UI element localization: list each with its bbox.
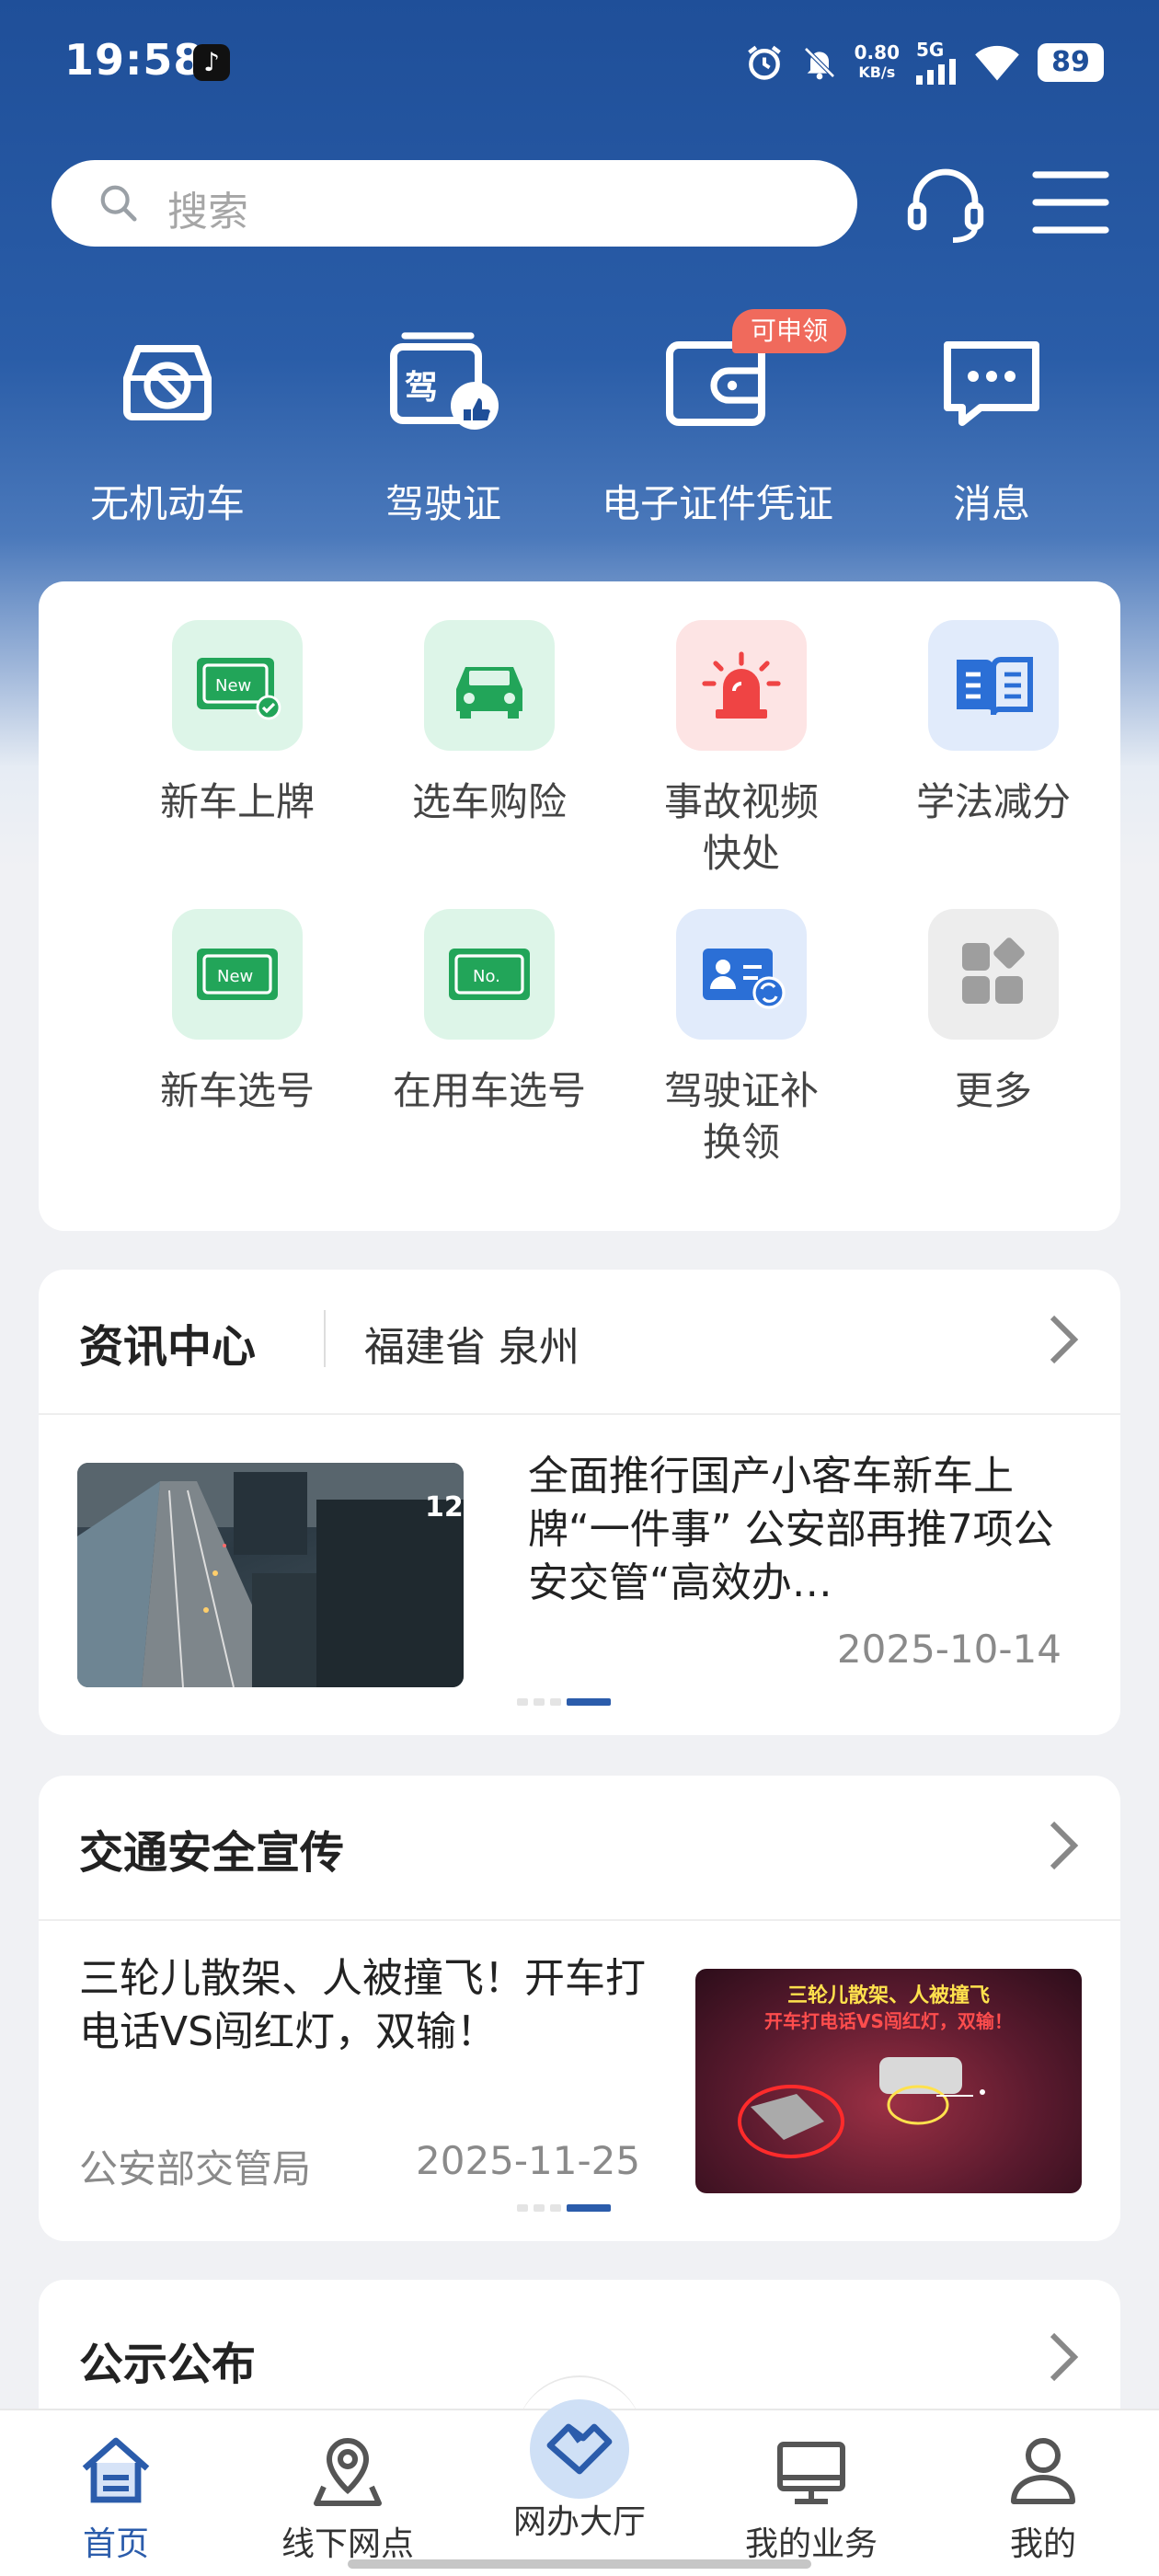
news-center-title: 资讯中心 xyxy=(79,1321,257,1373)
id-card-exchange-icon xyxy=(703,949,786,1009)
service-accident-video[interactable]: 事故视频快处 xyxy=(622,620,861,880)
search-input[interactable]: 搜索 xyxy=(52,160,857,247)
svg-text:三轮儿散架、人被撞飞: 三轮儿散架、人被撞飞 xyxy=(787,1984,990,2007)
home-indicator[interactable] xyxy=(348,2559,811,2569)
safety-article-source: 公安部交管局 xyxy=(79,2146,312,2191)
mute-bell-icon xyxy=(803,47,835,80)
divider xyxy=(39,1919,1120,1921)
new-number-icon: New xyxy=(197,949,278,1000)
person-icon xyxy=(1011,2438,1075,2504)
net-speed: 0.80 KB/s xyxy=(854,41,900,81)
home-icon xyxy=(82,2437,150,2503)
service-license-exchange[interactable]: 驾驶证补换领 xyxy=(622,909,861,1168)
alarm-clock-icon xyxy=(747,45,781,80)
search-icon xyxy=(100,185,137,222)
service-more[interactable]: 更多 xyxy=(874,909,1113,1117)
news-center-card: 资讯中心 福建省 泉州 12 全面推行国产小客车新车上牌“一件事” 公安部再推7… xyxy=(39,1270,1120,1735)
claimable-badge: 可申领 xyxy=(732,309,847,353)
handshake-icon xyxy=(546,2423,613,2475)
service-study-law[interactable]: 学法减分 xyxy=(874,620,1113,828)
highway-city-image: 12 xyxy=(77,1463,464,1687)
chevron-right-icon[interactable] xyxy=(1047,2329,1080,2385)
tab-home[interactable]: 首页 xyxy=(24,2429,208,2565)
carousel-indicator xyxy=(517,2204,611,2212)
traffic-safety-title: 交通安全宣传 xyxy=(79,1827,345,1879)
svg-text:No.: No. xyxy=(473,967,500,986)
chevron-right-icon[interactable] xyxy=(1047,1312,1080,1367)
book-icon xyxy=(957,657,1033,716)
action-no-vehicle[interactable]: 无机动车 xyxy=(29,322,305,529)
safety-article-date: 2025-11-25 xyxy=(416,2138,641,2183)
wifi-icon xyxy=(975,45,1019,81)
carousel-indicator xyxy=(517,1698,611,1706)
location-pin-icon xyxy=(314,2438,382,2506)
services-card: New 新车上牌 选车购险 事故视频快处 学法减分 New 新车选号 No. 在… xyxy=(39,581,1120,1231)
monitor-icon xyxy=(777,2442,845,2504)
svg-text:12: 12 xyxy=(425,1491,464,1524)
svg-text:New: New xyxy=(217,967,253,986)
announcement-title: 公示公布 xyxy=(79,2339,257,2390)
tiktok-notification-icon: ♪ xyxy=(193,44,230,81)
no-vehicle-icon xyxy=(123,345,212,420)
tab-mine[interactable]: 我的 xyxy=(951,2429,1135,2565)
number-plate-icon: No. xyxy=(449,949,530,1000)
service-in-use-car-number[interactable]: No. 在用车选号 xyxy=(370,909,609,1117)
service-car-insurance[interactable]: 选车购险 xyxy=(370,620,609,828)
title-separator xyxy=(324,1310,326,1367)
svg-text:New: New xyxy=(215,676,251,696)
signal-icon xyxy=(916,59,956,85)
action-driving-license[interactable]: 驾 驾驶证 xyxy=(305,322,581,529)
customer-service-headset-icon[interactable] xyxy=(901,164,990,247)
status-time: 19:58 xyxy=(64,35,204,85)
online-hall-button[interactable] xyxy=(530,2399,629,2499)
safety-video-thumbnail[interactable]: 三轮儿散架、人被撞飞 开车打电话VS闯红灯，双输！ xyxy=(695,1969,1082,2193)
action-messages[interactable]: 消息 xyxy=(854,322,1130,529)
new-plate-icon: New xyxy=(197,658,281,720)
news-location[interactable]: 福建省 泉州 xyxy=(364,1314,580,1373)
tab-my-business[interactable]: 我的业务 xyxy=(719,2429,903,2565)
service-new-car-plate[interactable]: New 新车上牌 xyxy=(118,620,357,828)
svg-text:驾: 驾 xyxy=(405,369,438,407)
news-thumbnail[interactable]: 12 xyxy=(77,1463,464,1687)
traffic-safety-card: 交通安全宣传 三轮儿散架、人被撞飞！开车打电话VS闯红灯，双输！ 公安部交管局 … xyxy=(39,1776,1120,2241)
driving-license-icon: 驾 xyxy=(390,332,499,430)
accident-scene-image: 三轮儿散架、人被撞飞 开车打电话VS闯红灯，双输！ xyxy=(738,1984,1013,2158)
top-quick-actions: 无机动车 驾 驾驶证 电子证件凭证 消息 xyxy=(0,322,1159,526)
news-article-title[interactable]: 全面推行国产小客车新车上牌“一件事” 公安部再推7项公安交管“高效办… xyxy=(528,1450,1080,1610)
chevron-right-icon[interactable] xyxy=(1047,1818,1080,1873)
news-article-date: 2025-10-14 xyxy=(836,1627,1061,1672)
service-new-car-number[interactable]: New 新车选号 xyxy=(118,909,357,1117)
battery-indicator: 89 xyxy=(1038,43,1104,82)
svg-text:开车打电话VS闯红灯，双输！: 开车打电话VS闯红灯，双输！ xyxy=(764,2010,1013,2032)
alarm-icon xyxy=(702,651,781,719)
car-insurance-icon xyxy=(456,667,522,719)
divider xyxy=(39,1413,1120,1415)
network-type: 5G xyxy=(916,39,945,61)
status-bar: 19:58 ♪ 0.80 KB/s 5G 89 xyxy=(0,0,1159,129)
menu-icon[interactable] xyxy=(1032,167,1109,237)
tab-offline-outlets[interactable]: 线下网点 xyxy=(256,2429,440,2565)
message-icon xyxy=(944,341,1039,426)
more-grid-icon xyxy=(962,937,1025,1004)
safety-article-title[interactable]: 三轮儿散架、人被撞飞！开车打电话VS闯红灯，双输！ xyxy=(79,1952,649,2059)
search-placeholder: 搜索 xyxy=(167,189,248,236)
